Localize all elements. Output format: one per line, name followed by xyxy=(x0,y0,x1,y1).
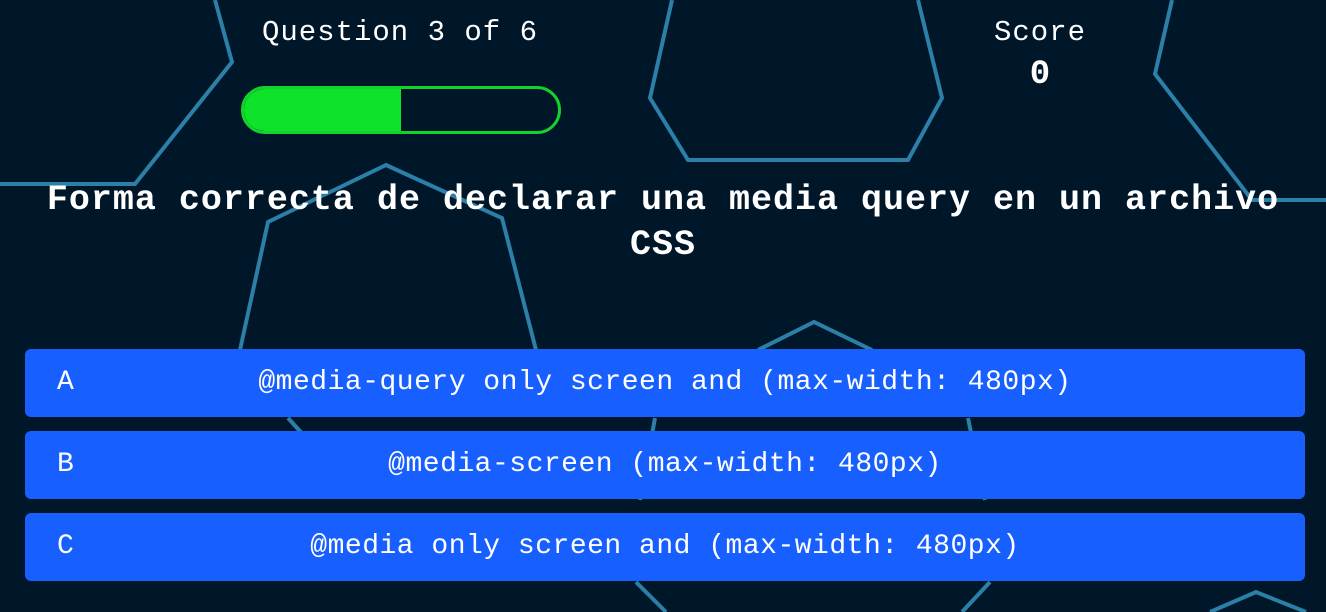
answer-letter: A xyxy=(57,367,74,398)
hexagon-shape xyxy=(0,0,235,186)
answer-letter: B xyxy=(57,449,74,480)
progress-bar xyxy=(241,86,561,134)
answer-button-c[interactable]: C @media only screen and (max-width: 480… xyxy=(25,513,1305,581)
score-label: Score xyxy=(993,16,1086,49)
answer-button-a[interactable]: A @media-query only screen and (max-widt… xyxy=(25,349,1305,417)
hexagon-shape xyxy=(647,0,945,162)
question-counter: Question 3 of 6 xyxy=(261,16,539,49)
answer-text: @media-screen (max-width: 480px) xyxy=(388,449,942,480)
score-value: 0 xyxy=(1029,56,1051,94)
hexagon-shape xyxy=(1209,589,1307,612)
answer-button-b[interactable]: B @media-screen (max-width: 480px) xyxy=(25,431,1305,499)
hexagon-shape xyxy=(757,319,873,352)
question-text: Forma correcta de declarar una media que… xyxy=(46,180,1280,265)
answer-text: @media-query only screen and (max-width:… xyxy=(258,367,1072,398)
answer-letter: C xyxy=(57,531,74,562)
answer-list: A @media-query only screen and (max-widt… xyxy=(25,349,1305,595)
hexagon-shape xyxy=(1152,0,1326,202)
progress-bar-fill xyxy=(244,89,401,131)
answer-text: @media only screen and (max-width: 480px… xyxy=(310,531,1020,562)
